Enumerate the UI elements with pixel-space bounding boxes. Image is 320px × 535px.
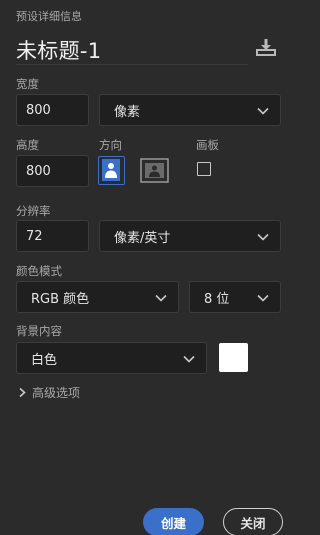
width-unit-select[interactable]: 像素 xyxy=(99,94,281,126)
chevron-down-icon xyxy=(183,355,195,363)
width-unit-value: 像素 xyxy=(114,104,141,120)
landscape-icon xyxy=(140,158,169,183)
landscape-orientation-button[interactable] xyxy=(140,158,169,183)
artboard-checkbox[interactable] xyxy=(197,162,211,176)
advanced-options-toggle[interactable]: 高级选项 xyxy=(18,384,80,401)
background-select[interactable]: 白色 xyxy=(16,342,207,374)
background-label: 背景内容 xyxy=(16,324,62,338)
background-color-swatch[interactable] xyxy=(219,343,248,372)
close-button[interactable]: 关闭 xyxy=(223,508,283,535)
portrait-icon xyxy=(102,159,120,181)
background-value: 白色 xyxy=(31,352,58,368)
color-mode-value: RGB 颜色 xyxy=(31,291,90,307)
new-document-preset-panel: 预设详细信息 未标题-1 宽度 800 像素 高度 800 方向 画板 分辨率 … xyxy=(0,0,295,535)
resolution-unit-select[interactable]: 像素/英寸 xyxy=(99,220,281,252)
bit-depth-select[interactable]: 8 位 xyxy=(189,281,281,313)
section-title: 预设详细信息 xyxy=(16,10,82,23)
color-mode-label: 颜色模式 xyxy=(16,264,62,278)
width-input[interactable]: 800 xyxy=(16,94,89,126)
document-title[interactable]: 未标题-1 xyxy=(16,35,101,65)
resolution-label: 分辨率 xyxy=(16,204,51,218)
portrait-orientation-button[interactable] xyxy=(98,156,125,185)
chevron-down-icon xyxy=(257,107,269,115)
artboard-label: 画板 xyxy=(196,138,219,152)
height-input[interactable]: 800 xyxy=(16,155,89,187)
orientation-label: 方向 xyxy=(99,138,122,152)
save-preset-icon[interactable] xyxy=(254,38,278,58)
resolution-input[interactable]: 72 xyxy=(16,220,89,252)
resolution-unit-value: 像素/英寸 xyxy=(114,230,171,246)
chevron-right-icon xyxy=(19,387,26,398)
height-label: 高度 xyxy=(16,138,39,152)
chevron-down-icon xyxy=(155,294,167,302)
width-label: 宽度 xyxy=(16,77,39,91)
color-mode-select[interactable]: RGB 颜色 xyxy=(16,281,179,313)
create-button[interactable]: 创建 xyxy=(143,508,204,535)
title-divider xyxy=(16,64,248,65)
chevron-down-icon xyxy=(257,294,269,302)
bit-depth-value: 8 位 xyxy=(204,291,230,307)
advanced-options-label: 高级选项 xyxy=(32,386,81,400)
chevron-down-icon xyxy=(257,233,269,241)
